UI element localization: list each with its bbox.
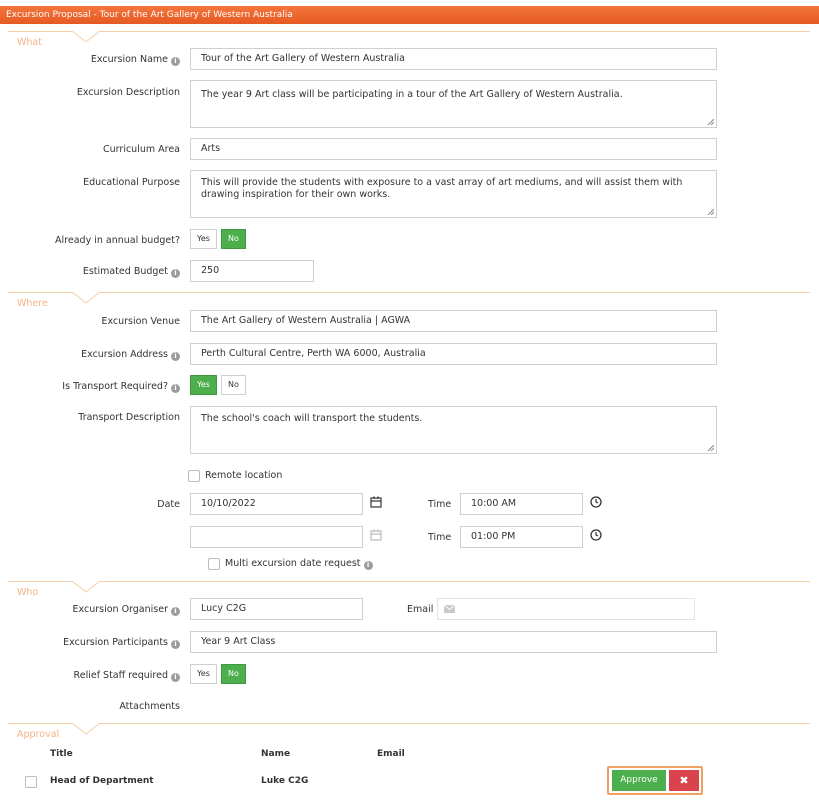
email-label: Email xyxy=(407,604,434,615)
start-time-input[interactable]: 10:00 AM xyxy=(460,493,583,515)
section-divider xyxy=(8,581,810,582)
transport-no-button[interactable]: No xyxy=(221,375,246,395)
window-title: Excursion Proposal - Tour of the Art Gal… xyxy=(0,6,819,24)
estimated-budget-label: Estimated Budget i xyxy=(83,266,180,278)
remote-location-label: Remote location xyxy=(205,470,283,481)
clock-icon[interactable] xyxy=(590,529,602,541)
close-icon: ✖ xyxy=(679,774,689,787)
calendar-icon[interactable] xyxy=(370,496,382,508)
date-label: Date xyxy=(157,499,180,510)
section-divider xyxy=(8,31,810,32)
end-time-label: Time xyxy=(428,532,452,543)
approval-header-title: Title xyxy=(50,749,73,759)
section-approval-label: Approval xyxy=(17,729,60,740)
info-icon[interactable]: i xyxy=(171,673,180,682)
resize-grip-icon[interactable] xyxy=(707,208,714,215)
excursion-name-input[interactable]: Tour of the Art Gallery of Western Austr… xyxy=(190,48,717,70)
transport-yes-button[interactable]: Yes xyxy=(190,375,217,395)
start-time-label: Time xyxy=(428,499,452,510)
relief-staff-label: Relief Staff required i xyxy=(74,670,180,682)
section-what-label: What xyxy=(17,37,42,48)
curriculum-area-label: Curriculum Area xyxy=(103,144,180,155)
remote-location-checkbox[interactable] xyxy=(188,470,200,482)
relief-no-button[interactable]: No xyxy=(221,664,246,684)
reject-button[interactable]: ✖ xyxy=(669,770,699,791)
approval-header-name: Name xyxy=(261,749,291,759)
annual-budget-label: Already in annual budget? xyxy=(55,235,180,246)
resize-grip-icon[interactable] xyxy=(707,444,714,451)
start-date-input[interactable]: 10/10/2022 xyxy=(190,493,363,515)
excursion-venue-input[interactable]: The Art Gallery of Western Australia | A… xyxy=(190,310,717,332)
end-date-input[interactable] xyxy=(190,526,363,548)
info-icon[interactable]: i xyxy=(171,269,180,278)
approval-row-name: Luke C2G xyxy=(261,776,309,786)
estimated-budget-input[interactable]: 250 xyxy=(190,260,314,282)
section-divider xyxy=(8,723,810,724)
info-icon[interactable]: i xyxy=(363,561,373,570)
annual-budget-no-button[interactable]: No xyxy=(221,229,246,249)
info-icon[interactable]: i xyxy=(171,640,180,649)
relief-yes-button[interactable]: Yes xyxy=(190,664,217,684)
transport-description-textarea[interactable]: The school's coach will transport the st… xyxy=(190,406,717,454)
info-icon[interactable]: i xyxy=(171,607,180,616)
section-notch xyxy=(72,31,100,43)
section-notch xyxy=(72,581,100,593)
envelope-icon xyxy=(444,605,455,613)
email-input[interactable] xyxy=(437,598,695,620)
educational-purpose-text: This will provide the students with expo… xyxy=(201,177,683,200)
clock-icon[interactable] xyxy=(590,496,602,508)
end-time-input[interactable]: 01:00 PM xyxy=(460,526,583,548)
excursion-participants-input[interactable]: Year 9 Art Class xyxy=(190,631,717,653)
transport-description-text: The school's coach will transport the st… xyxy=(201,413,423,424)
multi-date-checkbox[interactable] xyxy=(208,558,220,570)
educational-purpose-label: Educational Purpose xyxy=(83,177,180,188)
section-divider xyxy=(8,292,810,293)
section-where-label: Where xyxy=(17,298,48,309)
curriculum-area-input[interactable]: Arts xyxy=(190,138,717,160)
excursion-description-textarea[interactable]: The year 9 Art class will be participati… xyxy=(190,80,717,128)
approve-button[interactable]: Approve xyxy=(612,770,666,791)
excursion-description-label: Excursion Description xyxy=(76,87,180,98)
excursion-address-input[interactable]: Perth Cultural Centre, Perth WA 6000, Au… xyxy=(190,343,717,365)
resize-grip-icon[interactable] xyxy=(707,118,714,125)
calendar-icon[interactable] xyxy=(370,529,382,541)
info-icon[interactable]: i xyxy=(171,384,180,393)
section-notch xyxy=(72,723,100,735)
excursion-organiser-input[interactable]: Lucy C2G xyxy=(190,598,363,620)
section-who-label: Who xyxy=(17,587,39,598)
educational-purpose-textarea[interactable]: This will provide the students with expo… xyxy=(190,170,717,218)
approval-header-email: Email xyxy=(377,749,405,759)
transport-required-label: Is Transport Required? i xyxy=(62,381,180,393)
excursion-organiser-label: Excursion Organiser i xyxy=(73,604,180,616)
approval-row-checkbox[interactable] xyxy=(25,776,37,788)
transport-description-label: Transport Description xyxy=(78,412,180,423)
section-notch xyxy=(72,292,100,304)
attachments-label: Attachments xyxy=(119,701,180,712)
excursion-participants-label: Excursion Participants i xyxy=(63,637,180,649)
info-icon[interactable]: i xyxy=(171,352,180,361)
excursion-description-text: The year 9 Art class will be participati… xyxy=(201,89,623,100)
info-icon[interactable]: i xyxy=(171,57,180,66)
multi-date-label: Multi excursion date request i xyxy=(225,558,373,570)
excursion-venue-label: Excursion Venue xyxy=(101,316,180,327)
excursion-address-label: Excursion Address i xyxy=(81,349,180,361)
annual-budget-yes-button[interactable]: Yes xyxy=(190,229,217,249)
approval-row-title: Head of Department xyxy=(50,776,154,786)
excursion-name-label: Excursion Name i xyxy=(91,54,180,66)
